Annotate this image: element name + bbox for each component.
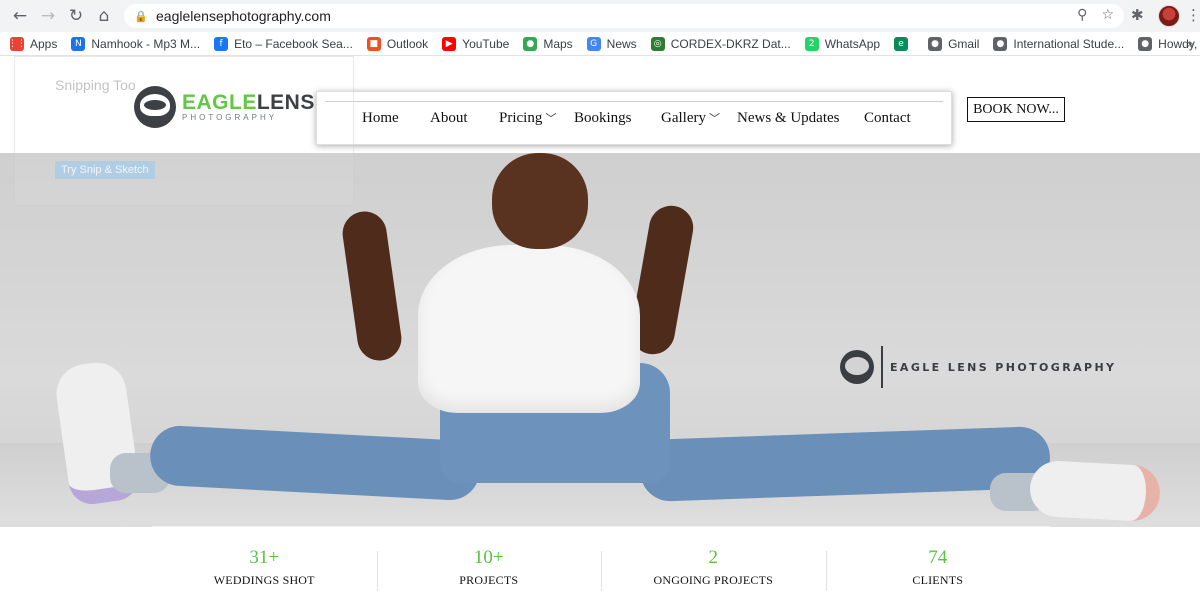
url-text: eaglelensephotography.com — [156, 8, 331, 24]
bookmark-label: Eto – Facebook Sea... — [234, 36, 353, 51]
profile-avatar[interactable] — [1158, 5, 1180, 27]
hero-head — [492, 153, 588, 249]
bookmark-item[interactable]: G News — [586, 36, 637, 51]
stat-value: 31+ — [249, 547, 280, 568]
youtube-icon: ▶ — [442, 36, 457, 51]
menu-kebab-icon[interactable]: ⋮ — [1186, 6, 1200, 24]
hero-shirt — [418, 245, 640, 413]
bookmark-item[interactable]: N Namhook - Mp3 M... — [71, 36, 201, 51]
bookmark-label: Gmail — [948, 36, 980, 51]
star-bookmark-icon[interactable]: ☆ — [1101, 7, 1114, 23]
nav-pricing[interactable]: Pricing ﹀ — [499, 110, 556, 127]
home-icon[interactable]: ⌂ — [90, 2, 118, 30]
globe-icon: ● — [1138, 36, 1153, 51]
stat-label: PROJECTS — [459, 573, 519, 587]
ghost-snipping-popup: Snipping Too Try Snip & Sketch — [14, 56, 354, 206]
watermark-eagle-icon — [840, 350, 874, 384]
globe-icon: ● — [928, 36, 943, 51]
bookmark-item[interactable]: ⋮⋮ Apps — [8, 36, 58, 51]
globe-icon: ● — [993, 36, 1008, 51]
stat-value: 10+ — [473, 547, 504, 568]
hero-shoe-right — [1028, 459, 1162, 523]
forward-arrow-icon[interactable]: → — [34, 2, 62, 30]
nav-news-updates[interactable]: News & Updates — [737, 110, 839, 127]
bookmark-label: News — [606, 36, 637, 51]
stat-ongoing-projects: 2 ONGOING PROJECTS — [601, 527, 826, 608]
stat-clients: 74 CLIENTS — [825, 527, 1051, 608]
hero-image: EAGLE LENS PHOTOGRAPHY — [0, 153, 1200, 527]
bookmark-item[interactable]: ● Maps — [523, 36, 573, 51]
bookmark-item[interactable]: 2 WhatsApp — [804, 36, 881, 51]
zoom-icon[interactable]: ⚲ — [1077, 7, 1087, 23]
nav-gallery[interactable]: Gallery ﹀ — [661, 110, 720, 127]
book-now-button[interactable]: BOOK NOW... — [967, 97, 1065, 122]
microsoft-icon: ■ — [366, 36, 381, 51]
bookmark-label: Namhook - Mp3 M... — [91, 36, 201, 51]
bookmark-label: International Stude... — [1013, 36, 1125, 51]
edge-icon: e — [894, 36, 909, 51]
bookmark-label: Outlook — [386, 36, 429, 51]
browser-toolbar: ← → ↻ ⌂ 🔒 eaglelensephotography.com ⚲ ☆ … — [0, 0, 1200, 32]
bookmarks-bar: ⋮⋮ Apps N Namhook - Mp3 M... f Eto – Facebook… — [0, 32, 1200, 56]
nav-home[interactable]: Home — [362, 110, 399, 127]
apps-grid-icon: ⋮⋮ — [8, 36, 26, 51]
bookmark-item[interactable]: ◎ CORDEX-DKRZ Dat... — [650, 36, 791, 51]
address-bar[interactable]: 🔒 eaglelensephotography.com ⚲ ☆ — [124, 4, 1124, 28]
news-icon: G — [586, 36, 601, 51]
nav-divider — [325, 101, 943, 102]
watermark-divider — [881, 346, 883, 388]
back-arrow-icon[interactable]: ← — [6, 2, 34, 30]
bookmark-label: WhatsApp — [824, 36, 881, 51]
stat-label: CLIENTS — [912, 573, 964, 587]
bookmark-item[interactable]: e — [894, 36, 914, 51]
bookmark-label: CORDEX-DKRZ Dat... — [670, 36, 791, 51]
stat-label: WEDDINGS SHOT — [213, 573, 315, 587]
facebook-icon: f — [214, 36, 229, 51]
photo-watermark: EAGLE LENS PHOTOGRAPHY — [840, 346, 1116, 388]
bookmark-label: Apps — [30, 36, 58, 51]
stat-value: 2 — [708, 547, 719, 568]
nav-bookings[interactable]: Bookings — [574, 110, 632, 127]
bookmark-item[interactable]: f Eto – Facebook Sea... — [214, 36, 353, 51]
nav-about[interactable]: About — [430, 110, 468, 127]
chevron-down-icon: ﹀ — [708, 112, 720, 125]
watermark-text: EAGLE LENS PHOTOGRAPHY — [890, 360, 1117, 374]
reload-icon[interactable]: ↻ — [62, 2, 90, 30]
more-bookmarks-icon[interactable]: » — [1187, 37, 1194, 51]
stat-projects: 10+ PROJECTS — [376, 527, 602, 608]
lock-icon: 🔒 — [134, 9, 148, 23]
stat-weddings: 31+ WEDDINGS SHOT — [152, 527, 377, 608]
bookmark-label: Maps — [543, 36, 573, 51]
stat-value: 74 — [928, 547, 948, 568]
ghost-popup-button: Try Snip & Sketch — [55, 161, 155, 179]
stats-bar: 31+ WEDDINGS SHOT 10+ PROJECTS 2 ONGOING… — [152, 526, 1051, 608]
main-nav: Home About Pricing ﹀ Bookings Gallery ﹀ Ne… — [316, 91, 952, 145]
stat-label: ONGOING PROJECTS — [653, 573, 774, 587]
chevron-down-icon: ﹀ — [545, 112, 557, 125]
whatsapp-icon: 2 — [804, 36, 819, 51]
hero-arm-left — [339, 208, 405, 364]
cordex-icon: ◎ — [650, 36, 665, 51]
namhook-icon: N — [71, 36, 86, 51]
bookmark-item[interactable]: ● Gmail — [928, 36, 980, 51]
nav-contact[interactable]: Contact — [864, 110, 911, 127]
bookmark-item[interactable]: ▶ YouTube — [442, 36, 510, 51]
bookmark-item[interactable]: ■ Outlook — [366, 36, 429, 51]
bookmark-label: YouTube — [462, 36, 510, 51]
ghost-popup-title: Snipping Too — [55, 77, 136, 93]
bookmark-item[interactable]: ● International Stude... — [993, 36, 1125, 51]
extensions-puzzle-icon[interactable]: ✱ — [1131, 6, 1144, 24]
maps-icon: ● — [523, 36, 538, 51]
